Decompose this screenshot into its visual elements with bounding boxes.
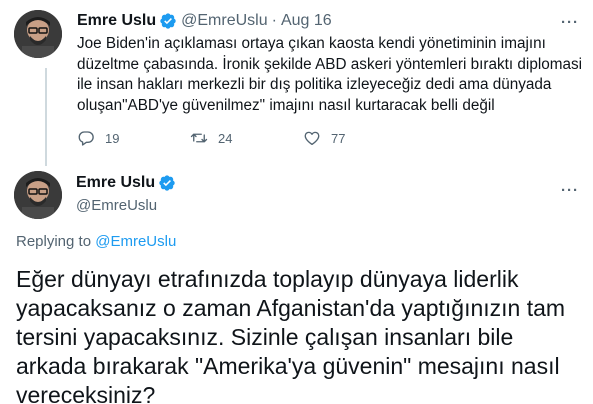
main-tweet-text: Eğer dünyayı etrafınızda toplayıp dünyay… bbox=[16, 266, 566, 404]
like-count: 77 bbox=[331, 130, 346, 146]
author-handle[interactable]: @EmreUslu bbox=[181, 12, 267, 30]
tweet-header: Emre Uslu @EmreUslu · Aug 16 bbox=[77, 10, 332, 32]
replying-to-line: Replying to @EmreUslu bbox=[16, 233, 176, 250]
author-name-row: Emre Uslu bbox=[76, 174, 180, 192]
avatar-photo bbox=[14, 10, 62, 58]
thread-connector-line bbox=[45, 68, 47, 166]
like-button[interactable]: 77 bbox=[303, 129, 345, 147]
reply-icon bbox=[78, 131, 94, 146]
tweet-actions: 19 24 77 bbox=[77, 129, 457, 149]
verified-badge-icon bbox=[160, 13, 176, 29]
more-options-icon[interactable]: ··· bbox=[561, 182, 579, 199]
tweet-date[interactable]: Aug 16 bbox=[281, 12, 332, 30]
thread-parent-tweet[interactable]: Emre Uslu @EmreUslu · Aug 16 ··· Joe Bid… bbox=[0, 0, 593, 166]
avatar[interactable] bbox=[14, 171, 62, 219]
more-options-icon[interactable]: ··· bbox=[561, 14, 579, 31]
replying-to-label: Replying to bbox=[16, 233, 96, 250]
header-separator: · bbox=[271, 12, 277, 29]
author-name[interactable]: Emre Uslu bbox=[77, 12, 156, 30]
verified-badge-icon bbox=[159, 175, 175, 191]
retweet-button[interactable]: 24 bbox=[190, 129, 232, 147]
avatar[interactable] bbox=[14, 10, 62, 58]
replying-to-mention[interactable]: @EmreUslu bbox=[95, 233, 176, 250]
main-tweet-header: Emre Uslu @EmreUslu ··· bbox=[0, 160, 593, 230]
heart-icon bbox=[304, 131, 320, 146]
retweet-count: 24 bbox=[218, 130, 233, 146]
retweet-icon bbox=[190, 133, 208, 143]
reply-button[interactable]: 19 bbox=[77, 129, 119, 147]
author-name[interactable]: Emre Uslu bbox=[76, 174, 155, 192]
author-handle[interactable]: @EmreUslu bbox=[76, 197, 157, 214]
tweet-text: Joe Biden'in açıklaması ortaya çıkan kao… bbox=[77, 35, 583, 114]
reply-count: 19 bbox=[105, 130, 120, 146]
avatar-photo bbox=[14, 171, 62, 219]
